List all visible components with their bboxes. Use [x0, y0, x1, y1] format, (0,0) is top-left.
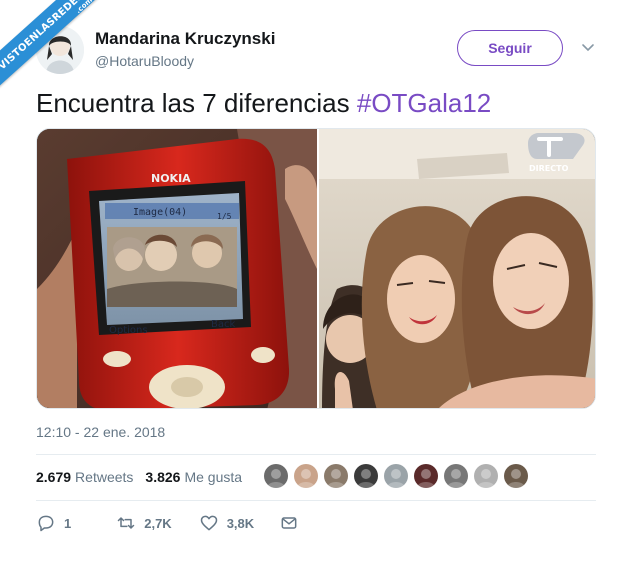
tweet-text: Encuentra las 7 diferencias #OTGala12: [36, 88, 491, 119]
retweets-label[interactable]: Retweets: [75, 469, 133, 485]
left-photo: NOKIA Image(04) 1/5 Options Back: [37, 129, 317, 408]
liker-avatar[interactable]: [354, 464, 378, 488]
tweet-timestamp[interactable]: 12:10 - 22 ene. 2018: [36, 424, 165, 440]
heart-icon: [200, 515, 217, 531]
retweet-button[interactable]: 2,7K: [116, 513, 172, 533]
tweet-stats: 2.679 Retweets 3.826 Me gusta: [36, 466, 242, 488]
author-handle[interactable]: @HotaruBloody: [95, 53, 194, 69]
tweet-text-plain: Encuentra las 7 diferencias: [36, 88, 357, 118]
retweets-count[interactable]: 2.679: [36, 469, 71, 485]
message-button[interactable]: [279, 513, 299, 533]
liker-avatar[interactable]: [444, 464, 468, 488]
tweet-media[interactable]: NOKIA Image(04) 1/5 Options Back DIRECTO: [36, 128, 596, 409]
phone-screen-counter: 1/5: [217, 212, 232, 221]
like-button[interactable]: 3,8K: [199, 513, 254, 533]
envelope-icon: [281, 517, 297, 529]
divider: [36, 500, 596, 501]
retweet-icon: [117, 517, 135, 529]
phone-screen-title: Image(04): [133, 207, 187, 218]
phone-softkey-right: Back: [211, 319, 235, 330]
phone-softkey-left: Options: [109, 325, 148, 336]
follow-button[interactable]: Seguir: [457, 30, 563, 66]
liker-avatar[interactable]: [384, 464, 408, 488]
liker-avatar[interactable]: [294, 464, 318, 488]
divider: [36, 454, 596, 455]
chevron-down-icon[interactable]: [581, 41, 595, 55]
tweet-actions: 1 2,7K 3,8K: [36, 513, 299, 533]
likers-avatars: [264, 464, 528, 488]
liker-avatar[interactable]: [474, 464, 498, 488]
liker-avatar[interactable]: [324, 464, 348, 488]
hashtag-link[interactable]: #OTGala12: [357, 88, 491, 118]
reply-count: 1: [64, 515, 72, 531]
liker-avatar[interactable]: [264, 464, 288, 488]
author-name[interactable]: Mandarina Kruczynski: [95, 29, 275, 49]
live-label: DIRECTO: [529, 164, 569, 173]
like-count: 3,8K: [226, 515, 255, 531]
likes-label[interactable]: Me gusta: [184, 469, 242, 485]
liker-avatar[interactable]: [504, 464, 528, 488]
phone-brand: NOKIA: [151, 172, 191, 185]
reply-icon: [38, 515, 54, 532]
liker-avatar[interactable]: [414, 464, 438, 488]
reply-button[interactable]: 1: [36, 513, 71, 533]
retweet-count: 2,7K: [144, 515, 172, 531]
right-photo: DIRECTO: [319, 129, 595, 408]
likes-count[interactable]: 3.826: [145, 469, 180, 485]
